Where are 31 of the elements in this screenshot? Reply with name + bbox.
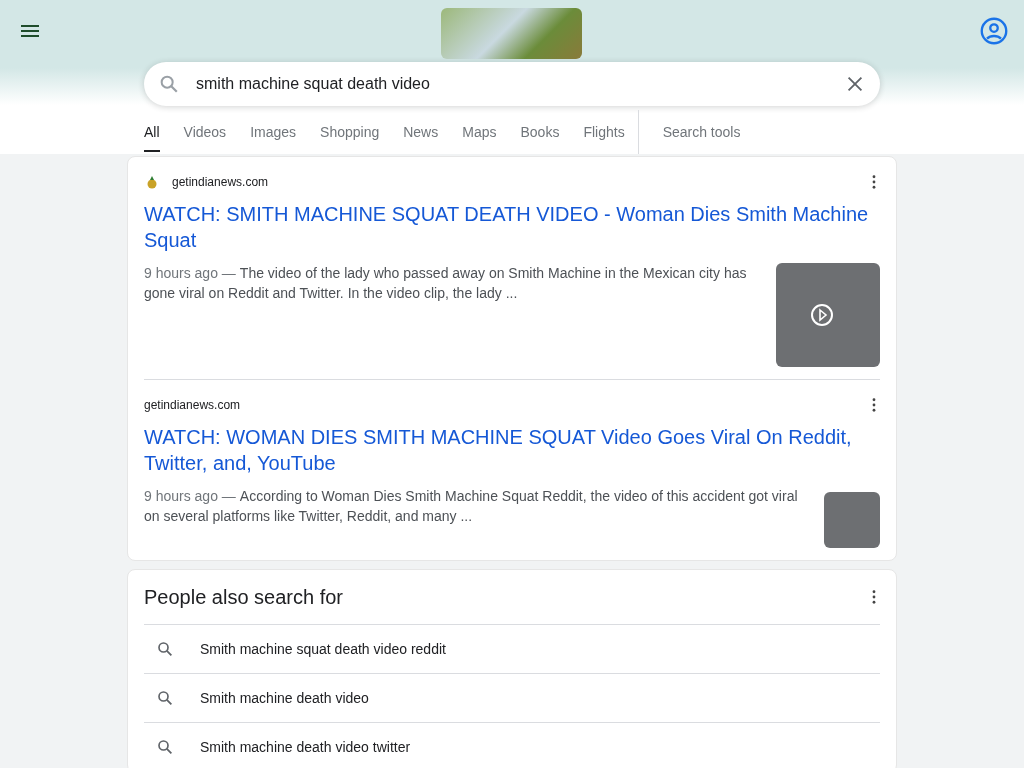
search-tab[interactable]: Videos <box>183 112 227 152</box>
related-search-link[interactable]: Smith machine death video twitter <box>200 739 411 755</box>
search-tab[interactable]: Shopping <box>320 112 380 152</box>
account-icon[interactable] <box>980 17 1008 45</box>
search-tab[interactable]: All <box>144 112 160 152</box>
result-snippet: 9 hours ago — According to Woman Dies Smith Machine Squat Reddit, the video of this accident got viral on several platforms like Twitter, Reddit, and many ... <box>144 487 799 526</box>
related-search-link[interactable]: Smith machine death video <box>200 690 369 706</box>
related-search-link[interactable]: Smith machine squat death video reddit <box>200 641 446 657</box>
section-title: People also search for <box>144 585 343 609</box>
search-icon <box>156 689 174 707</box>
doodle-picture[interactable] <box>440 7 582 59</box>
result-title-link[interactable]: WATCH: WOMAN DIES SMITH MACHINE SQUAT Video Goes Viral On Reddit, Twitter, and, YouTube <box>144 424 880 476</box>
search-tab[interactable]: Books <box>520 112 560 152</box>
search-icon <box>158 73 180 95</box>
video-thumbnail[interactable] <box>776 263 880 367</box>
search-tab[interactable]: News <box>403 112 439 152</box>
site-url[interactable]: getindianews.com <box>144 398 241 412</box>
search-tab[interactable]: Flights <box>583 112 625 152</box>
play-icon <box>810 303 834 327</box>
search-tab[interactable]: Maps <box>462 112 497 152</box>
search-icon <box>156 738 174 756</box>
more-options-icon[interactable] <box>872 398 876 412</box>
more-options-icon[interactable] <box>872 590 876 604</box>
more-options-icon[interactable] <box>872 175 876 189</box>
search-field[interactable]: smith machine squat death video <box>144 62 880 106</box>
result-title-link[interactable]: WATCH: SMITH MACHINE SQUAT DEATH VIDEO - Woman Dies Smith Machine Squat <box>144 201 880 253</box>
search-tools-link[interactable]: Search tools <box>662 112 741 152</box>
search-tab[interactable]: Images <box>250 112 297 152</box>
search-icon <box>156 640 174 658</box>
site-url[interactable]: getindianews.com <box>172 175 269 189</box>
result-snippet: 9 hours ago — The video of the lady who passed away on Smith Machine in the Mexican city has gone viral on Reddit and Twitter. In the video clip, the lady ... <box>144 264 748 303</box>
